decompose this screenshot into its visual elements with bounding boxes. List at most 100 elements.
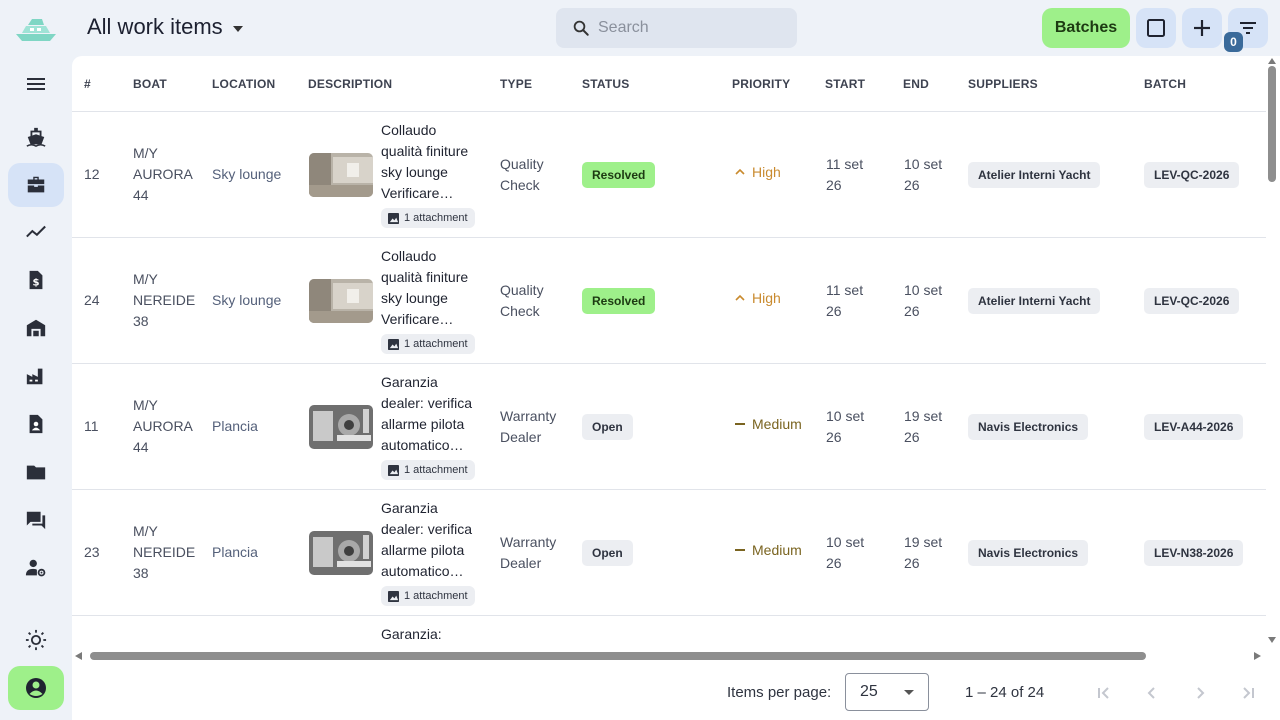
paginator: Items per page: 25 1 – 24 of 24 [72, 666, 1280, 720]
last-page-icon [1243, 687, 1254, 699]
row-location: Sky lounge [212, 292, 282, 308]
image-icon [388, 590, 399, 602]
supplier-chip[interactable]: Navis Electronics [968, 540, 1089, 566]
select-all-button[interactable] [1136, 8, 1176, 48]
page-title-dropdown[interactable]: All work items [87, 14, 243, 40]
sidebar-item-boats[interactable] [8, 115, 64, 159]
supplier-chip[interactable]: Atelier Interni Yacht [968, 162, 1101, 188]
row-boat: M/Y NEREIDE 38 [133, 523, 196, 581]
boat-logo-icon [16, 19, 56, 41]
theme-toggle[interactable] [8, 618, 64, 662]
sidebar-item-work-items[interactable] [8, 163, 64, 207]
account-button[interactable] [8, 666, 64, 710]
sidebar-item-analytics[interactable] [8, 210, 64, 254]
scroll-down-arrow-icon[interactable] [1267, 636, 1277, 644]
minus-icon [735, 549, 745, 551]
row-location: Sky lounge [212, 166, 282, 182]
row-id: 11 [84, 418, 99, 434]
row-location: Plancia [212, 418, 258, 434]
column-header-status[interactable]: STATUS [582, 77, 629, 91]
row-location: Plancia [212, 544, 258, 560]
scroll-up-arrow-icon[interactable] [1267, 57, 1277, 65]
status-badge: Resolved [582, 162, 656, 188]
search-input[interactable] [598, 19, 778, 37]
add-item-button[interactable] [1182, 8, 1222, 48]
sidebar: $ [0, 56, 72, 720]
column-header-location[interactable]: LOCATION [212, 77, 275, 91]
interior-photo-image [309, 153, 373, 197]
sidebar-item-messages[interactable] [8, 498, 64, 542]
row-start-date: 10 set 26 [826, 408, 865, 445]
svg-text:$: $ [32, 278, 39, 289]
column-header-batch[interactable]: BATCH [1144, 77, 1186, 91]
factory-icon [26, 368, 43, 385]
filter-count-badge: 0 [1224, 32, 1243, 52]
sidebar-item-documents[interactable] [8, 450, 64, 494]
batch-chip[interactable]: LEV-A44-2026 [1144, 414, 1244, 440]
row-start-date: 10 set 26 [826, 534, 865, 571]
sidebar-menu-toggle[interactable] [8, 62, 64, 106]
boat-icon [26, 127, 46, 148]
column-header-type[interactable]: TYPE [500, 77, 532, 91]
row-thumbnail[interactable] [309, 405, 373, 449]
attachment-chip[interactable]: 1 attachment [381, 586, 475, 606]
attachment-chip[interactable]: 1 attachment [381, 334, 475, 354]
table-row[interactable]: 11 M/Y AURORA 44 Plancia Garanzia dealer: v… [72, 364, 1266, 490]
batch-chip[interactable]: LEV-N38-2026 [1144, 540, 1244, 566]
horizontal-scrollbar-thumb[interactable] [90, 652, 1146, 660]
column-header-id[interactable]: # [84, 77, 91, 91]
scroll-right-arrow-icon[interactable] [1252, 651, 1262, 661]
last-page-button[interactable] [1233, 678, 1263, 708]
sidebar-item-user-settings[interactable] [8, 546, 64, 590]
batch-chip[interactable]: LEV-QC-2026 [1144, 288, 1240, 314]
items-per-page-select[interactable]: 25 [845, 673, 929, 711]
supplier-chip[interactable]: Navis Electronics [968, 414, 1089, 440]
attachment-chip[interactable]: 1 attachment [381, 208, 475, 228]
column-header-suppliers[interactable]: SUPPLIERS [968, 77, 1038, 91]
sidebar-item-invoices[interactable]: $ [8, 258, 64, 302]
table-header: # BOAT LOCATION DESCRIPTION TYPE STATUS … [72, 56, 1266, 112]
column-header-description[interactable]: DESCRIPTION [308, 77, 392, 91]
row-id: 12 [84, 166, 100, 182]
vertical-scrollbar-thumb[interactable] [1268, 66, 1276, 182]
table-row[interactable]: 24 M/Y NEREIDE 38 Sky lounge Collaudo quali… [72, 238, 1266, 364]
sidebar-item-warehouse[interactable] [8, 306, 64, 350]
column-header-boat[interactable]: BOAT [133, 77, 167, 91]
row-type: Warranty Dealer [500, 408, 557, 445]
row-id: 24 [84, 292, 100, 308]
row-thumbnail[interactable] [309, 531, 373, 575]
supplier-chip[interactable]: Atelier Interni Yacht [968, 288, 1101, 314]
table-row[interactable]: 12 M/Y AURORA 44 Sky lounge Collaudo qualit… [72, 112, 1266, 238]
sidebar-item-suppliers[interactable] [8, 354, 64, 398]
chevron-up-icon [735, 294, 745, 301]
table-row[interactable]: 23 M/Y NEREIDE 38 Plancia Garanzia dealer: … [72, 490, 1266, 616]
next-page-button[interactable] [1185, 678, 1215, 708]
interior-photo-image [309, 279, 373, 323]
row-description: Garanzia dealer: verifica allarme pilota au… [381, 500, 473, 579]
warehouse-icon [26, 319, 46, 337]
search-box[interactable] [556, 8, 797, 48]
first-page-button[interactable] [1089, 678, 1119, 708]
scroll-left-arrow-icon[interactable] [74, 651, 84, 661]
row-description: Collaudo qualità finiture sky lounge Verifi… [381, 122, 469, 201]
row-thumbnail[interactable] [309, 279, 373, 323]
items-per-page-label: Items per page: [727, 684, 832, 701]
column-header-priority[interactable]: PRIORITY [732, 77, 790, 91]
table-row[interactable]: Garanzia: [72, 616, 1266, 650]
page-range-label: 1 – 24 of 24 [965, 684, 1045, 701]
batches-button[interactable]: Batches [1042, 8, 1130, 48]
attachment-chip[interactable]: 1 attachment [381, 460, 475, 480]
column-header-start[interactable]: START [825, 77, 865, 91]
row-thumbnail[interactable] [309, 153, 373, 197]
row-end-date: 19 set 26 [904, 408, 943, 445]
batch-chip[interactable]: LEV-QC-2026 [1144, 162, 1240, 188]
work-items-table: # BOAT LOCATION DESCRIPTION TYPE STATUS … [72, 56, 1280, 666]
column-header-end[interactable]: END [903, 77, 929, 91]
image-icon [388, 464, 399, 476]
previous-page-button[interactable] [1137, 678, 1167, 708]
first-page-icon [1098, 687, 1109, 699]
sidebar-item-contacts[interactable] [8, 402, 64, 446]
priority-indicator: High [734, 290, 781, 306]
row-start-date: 11 set 26 [826, 156, 864, 193]
chevron-down-icon [232, 25, 243, 32]
